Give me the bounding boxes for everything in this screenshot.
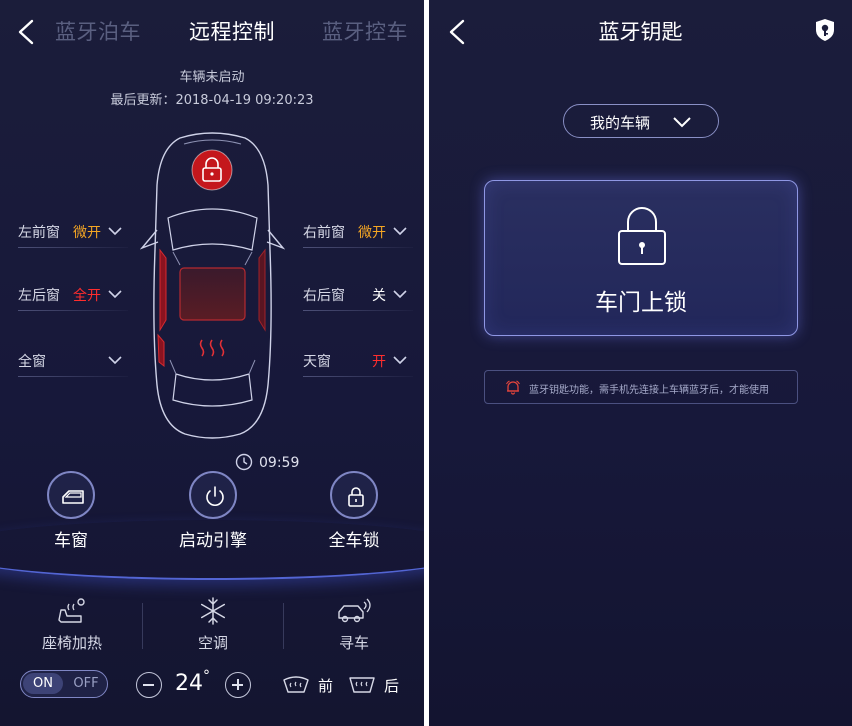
- ac-label: 空调: [197, 634, 228, 652]
- all-windows-control[interactable]: 全窗: [18, 347, 128, 377]
- bluetooth-notice: 蓝牙钥匙功能，需手机先连接上车辆蓝牙后，才能使用: [484, 370, 798, 404]
- rear-left-window-control[interactable]: 左后窗 全开: [18, 281, 128, 311]
- clock-icon: [235, 453, 253, 471]
- door-lock-button[interactable]: 车门上锁: [484, 180, 798, 336]
- chevron-down-icon: [673, 117, 691, 128]
- engine-start-label: 启动引擎: [179, 531, 247, 551]
- toggle-on-label: ON: [23, 673, 63, 694]
- front-right-window-label: 右前窗: [303, 225, 345, 241]
- front-left-window-label: 左前窗: [18, 225, 60, 241]
- temperature-increase-button[interactable]: [225, 672, 251, 698]
- chevron-down-icon: [393, 227, 407, 236]
- front-right-window-value: 微开: [358, 225, 386, 241]
- rear-right-window-label: 右后窗: [303, 288, 345, 304]
- tab-remote-control[interactable]: 远程控制: [189, 16, 275, 46]
- divider: [142, 603, 143, 649]
- chevron-down-icon: [108, 356, 122, 365]
- find-car-icon[interactable]: [336, 596, 374, 626]
- minus-icon: [143, 684, 154, 686]
- rear-right-window-value: 关: [372, 288, 386, 304]
- chevron-down-icon: [108, 227, 122, 236]
- seat-heat-icon[interactable]: [55, 596, 89, 626]
- door-lock-label: 车门上锁: [595, 290, 687, 316]
- snowflake-icon[interactable]: [198, 596, 228, 626]
- chevron-down-icon: [108, 290, 122, 299]
- engine-status: 车辆未启动: [179, 70, 245, 85]
- sunroof-label: 天窗: [303, 354, 331, 370]
- tab-bluetooth-control[interactable]: 蓝牙控车: [322, 16, 408, 46]
- back-icon[interactable]: [14, 18, 38, 46]
- car-window-icon: [62, 490, 84, 504]
- climate-power-toggle[interactable]: ON OFF: [20, 670, 108, 698]
- vehicle-select[interactable]: 我的车辆: [563, 104, 719, 138]
- temperature-decrease-button[interactable]: [136, 672, 162, 698]
- front-defrost-icon[interactable]: [282, 674, 310, 694]
- front-left-window-control[interactable]: 左前窗 微开: [18, 218, 128, 248]
- page-title: 蓝牙钥匙: [598, 20, 683, 44]
- rear-left-window-value: 全开: [73, 288, 101, 304]
- front-right-window-control[interactable]: 右前窗 微开: [303, 218, 413, 248]
- front-left-window-value: 微开: [73, 225, 101, 241]
- all-windows-label: 全窗: [18, 354, 46, 370]
- divider: [283, 603, 284, 649]
- shield-key-icon[interactable]: [815, 18, 835, 42]
- chevron-down-icon: [393, 356, 407, 365]
- rear-defrost-label: 后: [384, 677, 400, 695]
- temperature-value: 24: [175, 671, 203, 696]
- find-car-label: 寻车: [338, 634, 369, 652]
- notice-text: 蓝牙钥匙功能，需手机先连接上车辆蓝牙后，才能使用: [529, 385, 769, 396]
- rear-defrost-icon[interactable]: [348, 674, 376, 694]
- toggle-off-label: OFF: [73, 676, 99, 691]
- chevron-down-icon: [393, 290, 407, 299]
- sunroof-control[interactable]: 天窗 开: [303, 347, 413, 377]
- bell-icon: [506, 380, 520, 395]
- window-button[interactable]: [47, 471, 95, 519]
- vehicle-select-label: 我的车辆: [590, 114, 651, 132]
- engine-start-button[interactable]: [189, 471, 237, 519]
- car-top-view: [140, 132, 285, 439]
- front-defrost-label: 前: [318, 677, 334, 695]
- lock-icon: [348, 487, 364, 507]
- sunroof-value: 开: [372, 354, 386, 370]
- last-update: 最后更新：2018-04-19 09:20:23: [110, 93, 314, 108]
- degree-symbol: °: [203, 668, 210, 684]
- remote-control-screen: 蓝牙泊车 远程控制 蓝牙控车 车辆未启动 最后更新：2018-04-19 09:…: [0, 0, 424, 726]
- seat-heat-label: 座椅加热: [41, 634, 102, 652]
- window-button-label: 车窗: [54, 531, 88, 551]
- lock-all-button[interactable]: [330, 471, 378, 519]
- rear-right-window-control[interactable]: 右后窗 关: [303, 281, 413, 311]
- plus-icon-vertical: [237, 679, 239, 690]
- countdown-timer: 09:59: [259, 455, 300, 471]
- lock-all-label: 全车锁: [328, 531, 380, 551]
- padlock-icon: [618, 207, 666, 265]
- rear-left-window-label: 左后窗: [18, 288, 60, 304]
- tab-bluetooth-parking[interactable]: 蓝牙泊车: [55, 16, 141, 46]
- bluetooth-key-screen: 蓝牙钥匙 我的车辆 车门上锁 蓝牙钥匙功能，需手机先连接上车辆蓝牙后，才能使用: [429, 0, 852, 726]
- power-icon: [206, 486, 224, 506]
